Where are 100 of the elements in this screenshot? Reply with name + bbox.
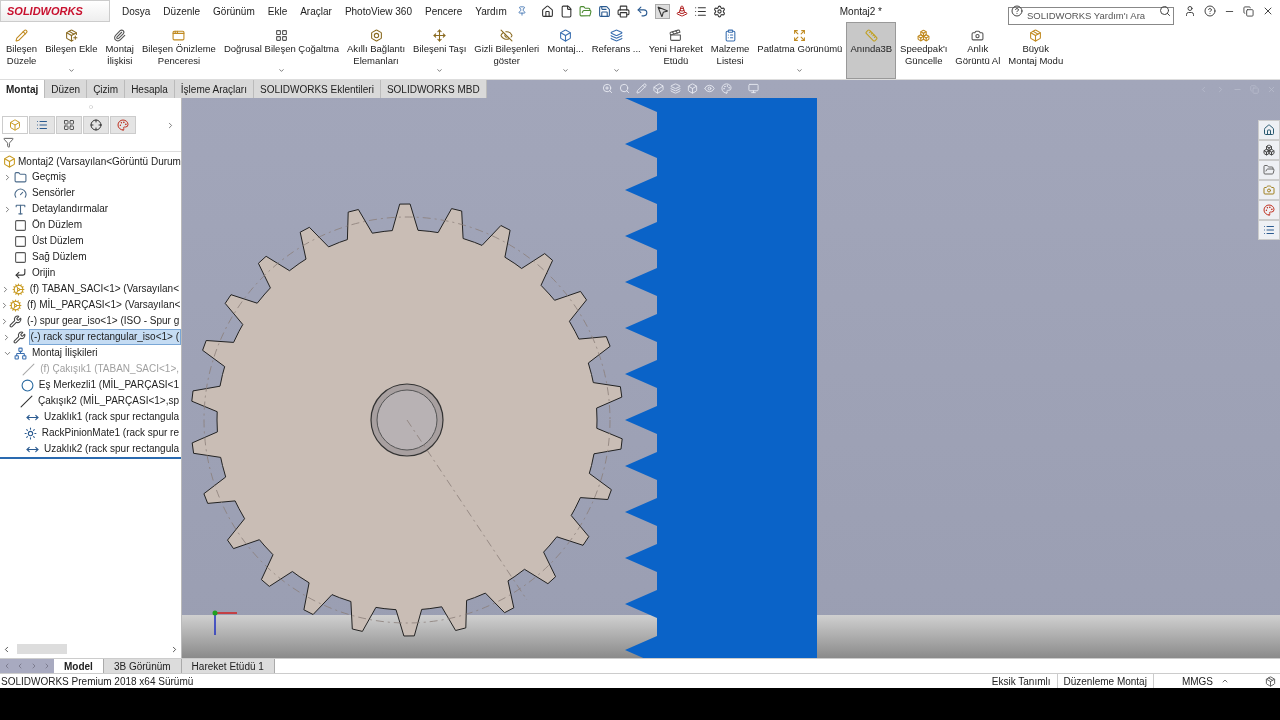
ribbon-button[interactable]: Akıllı Bağlantı Elemanları — [343, 22, 410, 79]
plane-icon — [14, 234, 27, 248]
dropdown-caret-icon[interactable] — [796, 67, 804, 74]
tree-item[interactable]: (-) rack spur rectangular_iso<1> ( — [28, 329, 181, 345]
restore-icon[interactable] — [1243, 5, 1254, 17]
ribbon-button[interactable]: Anında3B — [846, 22, 897, 79]
tree-item[interactable]: Geçmiş — [30, 169, 68, 185]
parts-icon[interactable] — [1263, 144, 1275, 156]
help-icon[interactable] — [1204, 5, 1216, 17]
ribbon-button[interactable]: Gizli Bileşenleri göster — [470, 22, 544, 79]
new-document-icon[interactable] — [559, 4, 573, 18]
search-icon[interactable] — [1159, 5, 1171, 17]
zoom-icon[interactable] — [602, 83, 613, 94]
dropdown-caret-icon[interactable] — [277, 67, 285, 74]
ribbon-button[interactable]: Montaj İlişkisi — [101, 22, 138, 79]
appearance-icon[interactable] — [117, 119, 129, 131]
tree-item[interactable]: Uzaklık1 (rack spur rectangula — [41, 409, 181, 425]
units-selector[interactable]: MMGS — [1181, 673, 1213, 689]
zoom-area-icon[interactable] — [619, 83, 630, 94]
save-icon[interactable] — [597, 4, 611, 18]
scroll-left-icon[interactable] — [2, 644, 11, 654]
folder-icon[interactable] — [1263, 164, 1275, 176]
caret-icon[interactable] — [1221, 677, 1229, 685]
undo-icon[interactable] — [635, 4, 649, 18]
dropdown-caret-icon[interactable] — [561, 67, 569, 74]
command-tab[interactable]: Düzen — [45, 80, 88, 98]
tree-item[interactable]: Orijin — [30, 265, 58, 281]
ribbon-button[interactable]: Bileşeni Taşı — [409, 22, 471, 79]
bolt-icon — [369, 29, 383, 42]
dropdown-caret-icon[interactable] — [436, 67, 444, 74]
tree-item[interactable]: Üst Düzlem — [30, 233, 86, 249]
tree-item[interactable]: RackPinionMate1 (rack spur re — [39, 425, 181, 441]
command-tab[interactable]: SOLIDWORKS Eklentileri — [253, 80, 381, 98]
menu-item[interactable]: Dosya — [122, 3, 151, 19]
menu-item[interactable]: Görünüm — [213, 3, 255, 19]
options-list-icon[interactable] — [693, 4, 707, 18]
help-search-field[interactable]: SOLIDWORKS Yardım'ı Ara — [1008, 6, 1174, 25]
tree-item[interactable]: (-) spur gear_iso<1> (ISO - Spur g — [25, 313, 181, 329]
ribbon-button[interactable]: Referans ... — [587, 22, 645, 79]
ribbon-button[interactable]: Doğrusal Bileşen Çoğaltma — [219, 22, 343, 79]
tree-item[interactable]: Eş Merkezli1 (MİL_PARÇASI<1 — [36, 377, 181, 393]
menu-item[interactable]: Pencere — [425, 3, 463, 19]
tree-item[interactable]: Montaj İlişkileri — [30, 345, 100, 361]
command-tab[interactable]: İşleme Araçları — [174, 80, 254, 98]
command-tab[interactable]: Çizim — [87, 80, 126, 98]
tree-item[interactable]: (f) TABAN_SACI<1> (Varsayılan< — [27, 281, 181, 297]
tree-item[interactable]: Ön Düzlem — [30, 217, 84, 233]
tree-item[interactable]: Detaylandırmalar — [30, 201, 111, 217]
menu-item[interactable]: Araçlar — [300, 3, 332, 19]
tree-item[interactable]: Sensörler — [30, 185, 77, 201]
home-icon[interactable] — [540, 4, 554, 18]
command-tab[interactable]: SOLIDWORKS MBD — [380, 80, 487, 98]
tree-item[interactable]: Çakışık2 (MİL_PARÇASI<1>,sp — [36, 393, 181, 409]
tree-root[interactable]: Montaj2 (Varsayılan<Görüntü Durum — [18, 153, 181, 169]
menu-item[interactable]: Ekle — [267, 3, 288, 19]
ribbon-button[interactable]: Montaj... — [543, 22, 588, 79]
ribbon-button[interactable]: Yeni Hareket Etüdü — [644, 22, 707, 79]
crosshair-icon[interactable] — [90, 119, 102, 131]
cube-icon[interactable] — [9, 119, 21, 131]
ribbon-button[interactable]: Malzeme Listesi — [706, 22, 754, 79]
command-tab[interactable]: Hesapla — [125, 80, 175, 98]
print-icon[interactable] — [616, 4, 630, 18]
ribbon-button[interactable]: Bileşen Önizleme Penceresi — [137, 22, 220, 79]
ribbon-button[interactable]: Bileşen Düzele — [2, 22, 42, 79]
filter-icon[interactable] — [3, 137, 14, 148]
close-icon[interactable] — [1262, 5, 1274, 17]
app-logo[interactable]: SOLIDWORKS — [0, 0, 110, 22]
hide-show-icon[interactable] — [704, 83, 715, 94]
ribbon-button[interactable]: Patlatma Görünümü — [753, 22, 847, 79]
ribbon-button[interactable]: Speedpak'ı Güncelle — [896, 22, 952, 79]
tree-item[interactable]: Uzaklık2 (rack spur rectangula — [41, 441, 181, 457]
menu-item[interactable]: Yardım — [475, 3, 507, 19]
ribbon-button[interactable]: Büyük Montaj Modu — [1004, 22, 1068, 79]
configuration-icon[interactable] — [63, 119, 75, 131]
dropdown-caret-icon[interactable] — [67, 67, 75, 74]
properties-icon[interactable] — [1263, 224, 1275, 236]
ribbon-button[interactable]: Bileşen Ekle — [41, 22, 102, 79]
command-tab[interactable]: Montaj — [0, 80, 46, 98]
pin-icon[interactable] — [516, 6, 527, 16]
menu-item[interactable]: PhotoView 360 — [344, 3, 412, 19]
dropdown-caret-icon[interactable] — [612, 67, 620, 74]
open-folder-icon[interactable] — [578, 4, 592, 18]
select-pointer-icon[interactable] — [654, 3, 670, 19]
tree-item[interactable]: Sağ Düzlem — [30, 249, 89, 265]
scrollbar-thumb[interactable] — [17, 644, 67, 654]
part-icon — [11, 282, 25, 296]
tree-item[interactable]: (f) MİL_PARÇASI<1> (Varsayılan< — [25, 297, 181, 313]
plane-icon — [14, 218, 27, 232]
property-list-icon[interactable] — [36, 119, 48, 131]
bottom-tab[interactable]: Hareket Etüdü 1 — [181, 659, 275, 673]
hidden-eye-icon — [500, 29, 514, 42]
monitor-icon[interactable] — [748, 83, 759, 94]
bottom-tab[interactable]: 3B Görünüm — [103, 659, 182, 673]
scroll-right-icon[interactable] — [170, 644, 179, 654]
user-icon[interactable] — [1184, 5, 1196, 17]
settings-icon[interactable] — [712, 4, 726, 18]
menu-item[interactable]: Düzenle — [163, 3, 201, 19]
ribbon-button[interactable]: Anlık Görüntü Al — [951, 22, 1005, 79]
home-icon[interactable] — [1263, 124, 1275, 136]
appearance-icon[interactable] — [1263, 204, 1275, 216]
